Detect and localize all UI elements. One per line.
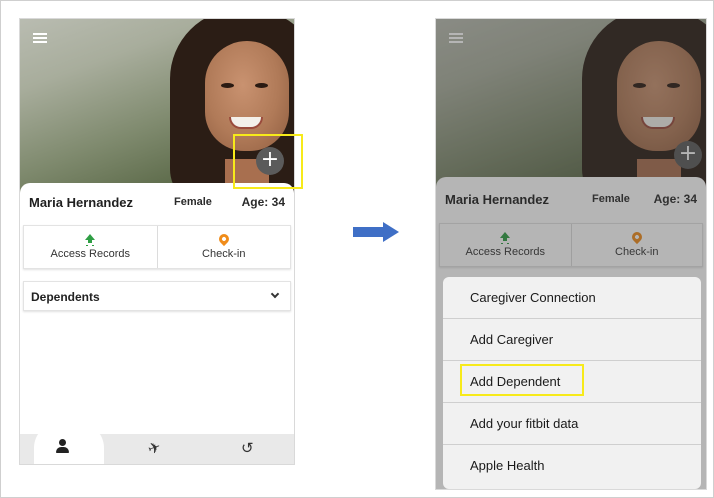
send-icon[interactable]: ✈ (145, 437, 163, 458)
add-dependent-highlight (460, 364, 584, 396)
chevron-down-icon (270, 289, 280, 299)
access-records-label: Access Records (50, 248, 130, 260)
history-icon[interactable]: ↺ (241, 439, 254, 457)
menu-item-add-fitbit-data[interactable]: Add your fitbit data (443, 403, 701, 445)
upload-icon (85, 234, 96, 246)
plus-button-highlight (233, 134, 303, 189)
menu-item-apple-health[interactable]: Apple Health (443, 445, 701, 487)
profile-gender: Female (174, 196, 212, 208)
check-in-button[interactable]: Check-in (156, 226, 291, 268)
dependents-label: Dependents (31, 290, 100, 304)
left-phone-screen: + Maria Hernandez Female Age: 34 Access … (19, 18, 295, 465)
photo-smile (229, 117, 263, 129)
menu-item-add-caregiver[interactable]: Add Caregiver (443, 319, 701, 361)
access-records-button[interactable]: Access Records (24, 226, 157, 268)
bottom-tab-bar: ✈ ↺ (20, 422, 294, 464)
dependents-dropdown[interactable]: Dependents (23, 281, 291, 311)
right-phone-screen: + Maria Hernandez Female Age: 34 Access … (435, 18, 707, 490)
check-in-label: Check-in (202, 248, 246, 260)
profile-age: Age: 34 (241, 195, 285, 209)
menu-item-caregiver-connection[interactable]: Caregiver Connection (443, 277, 701, 319)
profile-name: Maria Hernandez (29, 195, 134, 210)
arrow-right-icon (353, 222, 399, 242)
action-buttons-row: Access Records Check-in (23, 225, 291, 269)
user-icon[interactable] (56, 439, 70, 453)
hamburger-menu-icon[interactable] (33, 33, 47, 43)
location-pin-icon (216, 231, 231, 247)
